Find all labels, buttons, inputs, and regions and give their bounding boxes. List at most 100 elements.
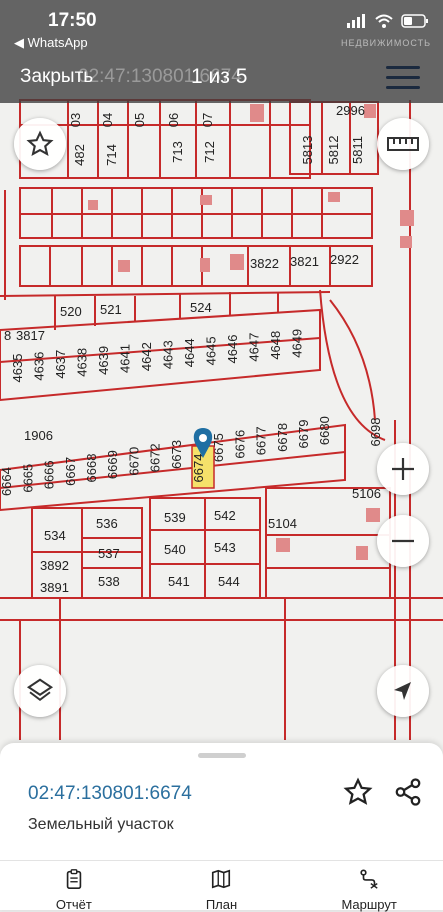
plot-label[interactable]: 4646 <box>225 335 240 364</box>
plot-label[interactable]: 4637 <box>53 350 68 379</box>
plot-label[interactable]: 6679 <box>296 420 311 449</box>
clipboard-icon <box>66 869 82 889</box>
ruler-button[interactable] <box>377 118 429 170</box>
plus-icon <box>392 458 414 480</box>
wifi-icon <box>375 14 393 28</box>
plot-label[interactable]: 5104 <box>268 516 297 531</box>
plot-label[interactable]: 6665 <box>20 464 35 493</box>
svg-text:6674: 6674 <box>191 454 206 483</box>
plot-label[interactable]: 520 <box>60 304 82 319</box>
star-icon[interactable] <box>343 777 373 807</box>
plot-label[interactable]: 6677 <box>254 426 269 455</box>
tab-plan[interactable]: План <box>166 868 276 912</box>
plot-label[interactable]: 2996 <box>336 103 365 118</box>
plot-label[interactable]: 544 <box>218 574 240 589</box>
plot-label[interactable]: 6672 <box>148 443 163 472</box>
my-location-button[interactable] <box>377 665 429 717</box>
map-icon <box>212 869 231 889</box>
cadastral-map[interactable]: 03 04 05 06 07 482 714 713 712 5813 5812 5811 2996 38… <box>0 0 443 760</box>
route-icon <box>360 869 378 889</box>
plot-label[interactable]: 538 <box>98 574 120 589</box>
favorite-map-button[interactable] <box>14 118 66 170</box>
plot-label[interactable]: 6680 <box>317 416 332 445</box>
plot-label[interactable]: 5812 <box>326 136 341 165</box>
tab-report[interactable]: Отчёт <box>19 868 129 912</box>
plot-label[interactable]: 6676 <box>232 430 247 459</box>
star-icon <box>26 130 54 156</box>
plot-label[interactable]: 6666 <box>42 460 57 489</box>
plot-label[interactable]: 714 <box>104 144 119 166</box>
plot-label[interactable]: 4641 <box>118 344 133 373</box>
plot-label[interactable]: 05 <box>132 113 147 127</box>
plot-label[interactable]: 07 <box>200 113 215 127</box>
plot-label[interactable]: 04 <box>100 113 115 127</box>
parcel-type: Земельный участок <box>28 816 174 833</box>
plot-label[interactable]: 524 <box>190 300 212 315</box>
parcel-info-sheet[interactable]: 02:47:130801:6674 Земельный участок Отчё… <box>0 743 443 912</box>
plot-label[interactable]: 8 <box>4 328 11 343</box>
plot-label[interactable]: 4648 <box>268 331 283 360</box>
plot-label[interactable]: 713 <box>170 141 185 163</box>
plot-label[interactable]: 6668 <box>84 454 99 483</box>
bottom-tabs: Отчёт План Маршрут <box>0 868 443 912</box>
menu-button[interactable] <box>386 66 420 92</box>
plot-label[interactable]: 4644 <box>182 338 197 367</box>
plot-label[interactable]: 4638 <box>75 348 90 377</box>
zoom-out-button[interactable] <box>377 515 429 567</box>
layers-button[interactable] <box>14 665 66 717</box>
plot-label[interactable]: 6670 <box>126 447 141 476</box>
plot-label[interactable]: 4639 <box>96 346 111 375</box>
plot-label[interactable]: 540 <box>164 542 186 557</box>
plot-label[interactable]: 4647 <box>247 333 262 362</box>
plot-label[interactable]: 4635 <box>10 354 25 383</box>
plot-label[interactable]: 6673 <box>169 440 184 469</box>
plot-label[interactable]: 6664 <box>0 467 14 496</box>
plot-label[interactable]: 3891 <box>40 580 69 595</box>
selected-plot-marker[interactable]: 6674 <box>191 428 215 489</box>
navigation-arrow-icon <box>394 682 411 700</box>
plot-label[interactable]: 534 <box>44 528 66 543</box>
plot-label[interactable]: 541 <box>168 574 190 589</box>
plot-label[interactable]: 4636 <box>32 352 47 381</box>
layers-icon <box>26 678 54 701</box>
plot-label[interactable]: 543 <box>214 540 236 555</box>
image-counter: 1 из 5 <box>191 65 248 88</box>
plot-label[interactable]: 06 <box>166 113 181 127</box>
tab-route[interactable]: Маршрут <box>314 868 424 912</box>
zoom-in-button[interactable] <box>377 443 429 495</box>
plot-label[interactable]: 537 <box>98 546 120 561</box>
cadastral-number[interactable]: 02:47:130801:6674 <box>28 783 192 805</box>
share-icon[interactable] <box>393 777 423 807</box>
plot-label[interactable]: 5106 <box>352 486 381 501</box>
plot-label[interactable]: 3821 <box>290 254 319 269</box>
plot-label[interactable]: 4645 <box>204 336 219 365</box>
plot-label[interactable]: 4642 <box>139 342 154 371</box>
plot-label[interactable]: 539 <box>164 510 186 525</box>
plot-label[interactable]: 482 <box>72 144 87 166</box>
plot-label[interactable]: 6698 <box>368 418 383 447</box>
plot-label[interactable]: 3892 <box>40 558 69 573</box>
plot-label[interactable]: 03 <box>68 113 83 127</box>
plot-label[interactable]: 4643 <box>161 340 176 369</box>
plot-label[interactable]: 5813 <box>300 136 315 165</box>
plot-label[interactable]: 1906 <box>24 428 53 443</box>
sheet-drag-handle[interactable] <box>198 753 246 758</box>
plot-label[interactable]: 5811 <box>350 136 365 164</box>
status-time: 17:50 <box>48 10 97 31</box>
plot-label[interactable]: 521 <box>100 302 122 317</box>
plot-label[interactable]: 712 <box>202 141 217 163</box>
sheet-actions <box>343 777 423 807</box>
plot-label[interactable]: 536 <box>96 516 118 531</box>
plot-label[interactable]: 3817 <box>16 328 45 343</box>
plot-label[interactable]: 3822 <box>250 256 279 271</box>
back-to-whatsapp[interactable]: ◀ WhatsApp <box>14 35 88 51</box>
plot-label[interactable]: 4649 <box>290 329 305 358</box>
plot-label[interactable]: 6678 <box>275 423 290 452</box>
top-bar: 17:50 ◀ WhatsApp НЕДВИЖИМОСТЬ Закрыть 02… <box>0 0 443 103</box>
watermark: НЕДВИЖИМОСТЬ <box>341 38 431 48</box>
plot-label[interactable]: 542 <box>214 508 236 523</box>
plot-label[interactable]: 6667 <box>63 457 78 486</box>
minus-icon <box>392 539 414 543</box>
plot-label[interactable]: 2922 <box>330 252 359 267</box>
plot-label[interactable]: 6669 <box>105 450 120 479</box>
